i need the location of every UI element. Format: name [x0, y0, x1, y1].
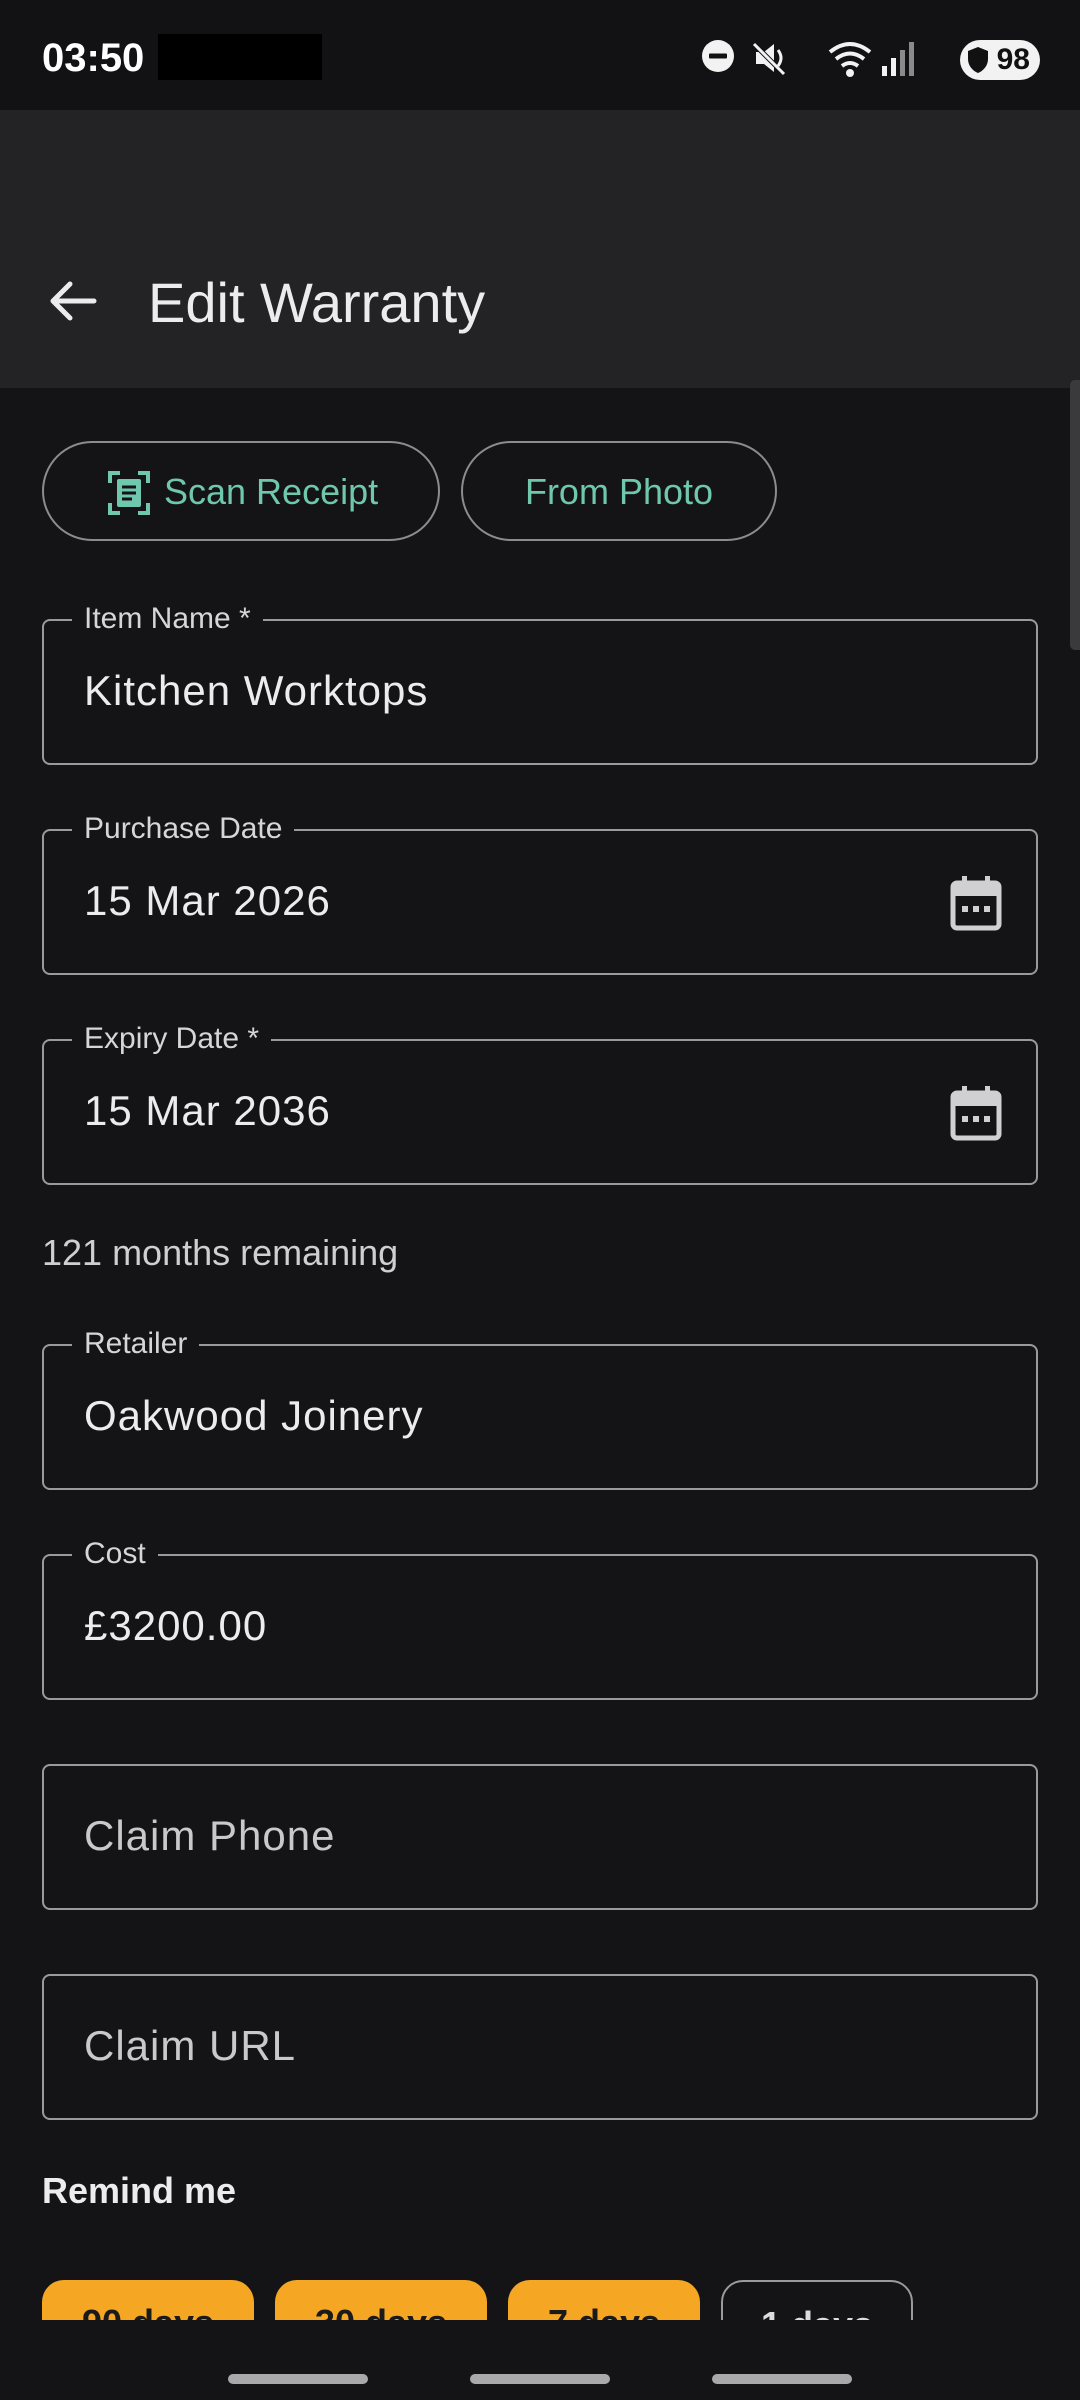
from-photo-button[interactable]: From Photo	[461, 441, 777, 541]
calendar-icon[interactable]	[950, 875, 1002, 931]
chip-30-days[interactable]: 30 days	[275, 2280, 487, 2320]
item-name-label: Item Name *	[72, 601, 263, 637]
document-scanner-icon	[108, 471, 150, 515]
expiry-date-label: Expiry Date *	[72, 1021, 272, 1057]
navigation-bar	[0, 2330, 1080, 2400]
redacted-area	[158, 34, 322, 80]
scan-receipt-label: Scan Receipt	[164, 471, 379, 512]
from-photo-label: From Photo	[524, 471, 714, 512]
chip-label: 30 days	[275, 2302, 487, 2320]
nav-handle-center[interactable]	[470, 2374, 610, 2384]
scrollbar[interactable]	[1070, 380, 1080, 650]
nav-handle-left[interactable]	[228, 2374, 368, 2384]
scan-receipt-button[interactable]: Scan Receipt	[42, 441, 440, 541]
purchase-date-label: Purchase Date	[72, 811, 295, 847]
cost-field[interactable]: Cost £3200.00	[42, 1536, 1038, 1700]
reminder-chips: 90 days 30 days 7 days 1 days	[0, 2240, 1080, 2320]
purchase-date-field[interactable]: Purchase Date 15 Mar 2026	[42, 811, 1038, 975]
remind-me-heading: Remind me	[42, 2170, 237, 2211]
item-name-field[interactable]: Item Name * Kitchen Worktops	[42, 601, 1038, 765]
dnd-icon	[702, 40, 734, 72]
status-icons: 98	[700, 38, 1040, 84]
nav-handle-right[interactable]	[712, 2374, 852, 2384]
wifi-icon	[828, 42, 872, 77]
claim-phone-field[interactable]: Claim Phone	[42, 1764, 1038, 1910]
expiry-date-field[interactable]: Expiry Date * 15 Mar 2036	[42, 1021, 1038, 1185]
signal-icon	[882, 42, 914, 76]
cost-value: £3200.00	[84, 1602, 268, 1649]
purchase-date-value: 15 Mar 2026	[84, 877, 331, 924]
chip-90-days[interactable]: 90 days	[42, 2280, 254, 2320]
shield-icon	[968, 47, 988, 73]
claim-url-placeholder: Claim URL	[84, 2022, 297, 2069]
expiry-date-value: 15 Mar 2036	[84, 1087, 331, 1134]
chip-1-days[interactable]: 1 days	[721, 2280, 913, 2320]
chip-label: 1 days	[723, 2304, 911, 2320]
retailer-label: Retailer	[72, 1326, 200, 1362]
retailer-value: Oakwood Joinery	[84, 1392, 424, 1439]
item-name-value: Kitchen Worktops	[84, 667, 429, 714]
calendar-icon[interactable]	[950, 1085, 1002, 1141]
status-time: 03:50	[42, 36, 145, 80]
cost-label: Cost	[72, 1536, 158, 1572]
arrow-back-icon[interactable]	[36, 264, 110, 338]
retailer-field[interactable]: Retailer Oakwood Joinery	[42, 1326, 1038, 1490]
claim-phone-placeholder: Claim Phone	[84, 1812, 336, 1859]
months-remaining-text: 121 months remaining	[42, 1232, 399, 1273]
chip-label: 7 days	[508, 2302, 700, 2320]
app-bar	[0, 110, 1080, 388]
battery-icon: 98	[960, 40, 1040, 80]
claim-url-field[interactable]: Claim URL	[42, 1974, 1038, 2120]
battery-level: 98	[996, 43, 1030, 76]
mute-icon	[752, 42, 786, 76]
chip-7-days[interactable]: 7 days	[508, 2280, 700, 2320]
chip-label: 90 days	[42, 2302, 254, 2320]
page-title: Edit Warranty	[148, 271, 486, 334]
status-bar: 03:50 98	[0, 0, 1080, 110]
